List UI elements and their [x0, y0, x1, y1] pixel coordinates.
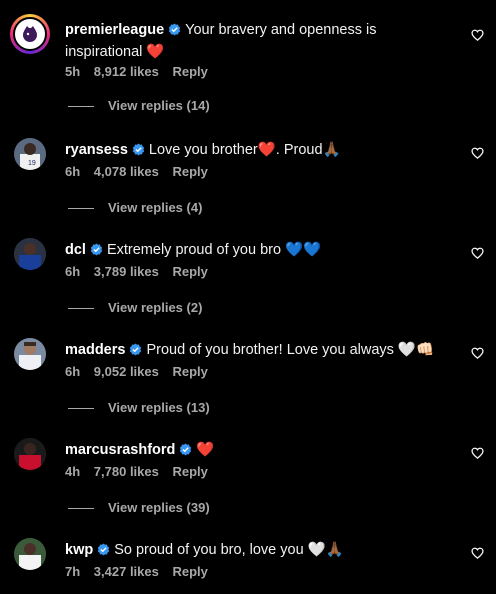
- comment-line: madders Proud of you brother! Love you al…: [65, 340, 456, 362]
- reply-button[interactable]: Reply: [172, 64, 207, 79]
- view-replies-label: View replies (39): [108, 500, 210, 515]
- heart-outline-icon[interactable]: [471, 28, 484, 46]
- comment-meta: 4h 7,780 likes Reply: [65, 464, 218, 479]
- view-replies-label: View replies (4): [108, 200, 203, 215]
- comment-text: ❤️: [196, 442, 215, 458]
- avatar[interactable]: [14, 338, 46, 370]
- verified-badge-icon: [168, 22, 181, 42]
- comment-line: dcl Extremely proud of you bro 💙💙: [65, 240, 456, 262]
- comment-text: So proud of you bro, love you 🤍🙏🏾: [114, 542, 344, 558]
- comment-line: kwp So proud of you bro, love you 🤍🙏🏾: [65, 540, 456, 562]
- reply-button[interactable]: Reply: [172, 464, 207, 479]
- reply-button[interactable]: Reply: [172, 564, 207, 579]
- replies-divider: [68, 106, 94, 108]
- view-replies-button[interactable]: View replies (13): [68, 400, 210, 415]
- view-replies-label: View replies (2): [108, 300, 203, 315]
- heart-outline-icon[interactable]: [471, 246, 484, 264]
- svg-text:19: 19: [28, 160, 36, 167]
- comment-meta: 6h 4,078 likes Reply: [65, 164, 218, 179]
- premier-league-logo: [13, 17, 47, 51]
- avatar[interactable]: [14, 538, 46, 570]
- reply-button[interactable]: Reply: [172, 164, 207, 179]
- replies-divider: [68, 208, 94, 210]
- username[interactable]: madders: [65, 342, 125, 358]
- comment-meta: 5h 8,912 likes Reply: [65, 64, 218, 79]
- verified-badge-icon: [90, 242, 103, 262]
- heart-outline-icon[interactable]: [471, 346, 484, 364]
- avatar[interactable]: [14, 438, 46, 470]
- timestamp: 6h: [65, 364, 81, 379]
- verified-badge-icon: [132, 142, 145, 162]
- timestamp: 7h: [65, 564, 81, 579]
- view-replies-button[interactable]: View replies (39): [68, 500, 210, 515]
- username[interactable]: kwp: [65, 542, 93, 558]
- heart-outline-icon[interactable]: [471, 146, 484, 164]
- timestamp: 5h: [65, 64, 81, 79]
- likes-count[interactable]: 7,780 likes: [94, 464, 159, 479]
- avatar[interactable]: [10, 14, 50, 54]
- reply-button[interactable]: Reply: [172, 364, 207, 379]
- likes-count[interactable]: 3,427 likes: [94, 564, 159, 579]
- heart-outline-icon[interactable]: [471, 446, 484, 464]
- comment-item: kwp So proud of you bro, love you 🤍🙏🏾 7h …: [0, 520, 496, 594]
- timestamp: 6h: [65, 164, 81, 179]
- comment-meta: 6h 3,789 likes Reply: [65, 264, 218, 279]
- verified-badge-icon: [179, 442, 192, 462]
- username[interactable]: marcusrashford: [65, 442, 175, 458]
- likes-count[interactable]: 4,078 likes: [94, 164, 159, 179]
- comment-meta: 7h 3,427 likes Reply: [65, 564, 218, 579]
- likes-count[interactable]: 8,912 likes: [94, 64, 159, 79]
- comment-item: dcl Extremely proud of you bro 💙💙 6h 3,78…: [0, 220, 496, 320]
- verified-badge-icon: [129, 342, 142, 362]
- username[interactable]: premierleague: [65, 22, 164, 38]
- comment-text: Love you brother❤️. Proud🙏🏾: [148, 142, 341, 158]
- comment-line: premierleague Your bravery and openness i…: [65, 20, 456, 62]
- verified-badge-icon: [97, 542, 110, 562]
- view-replies-label: View replies (14): [108, 98, 210, 113]
- heart-outline-icon[interactable]: [471, 546, 484, 564]
- comment-item: premierleague Your bravery and openness i…: [0, 0, 496, 113]
- replies-divider: [68, 308, 94, 310]
- comment-item: marcusrashford ❤️ 4h 7,780 likes Reply Vi…: [0, 420, 496, 520]
- view-replies-button[interactable]: View replies (4): [68, 200, 202, 215]
- username[interactable]: ryansess: [65, 142, 128, 158]
- comment-item: 19 ryansess Love you brother❤️. Proud🙏🏾 6…: [0, 120, 496, 220]
- reply-button[interactable]: Reply: [172, 264, 207, 279]
- view-replies-label: View replies (13): [108, 400, 210, 415]
- comment-item: madders Proud of you brother! Love you al…: [0, 320, 496, 420]
- timestamp: 6h: [65, 264, 81, 279]
- avatar[interactable]: [14, 238, 46, 270]
- replies-divider: [68, 508, 94, 510]
- likes-count[interactable]: 3,789 likes: [94, 264, 159, 279]
- comment-line: ryansess Love you brother❤️. Proud🙏🏾: [65, 140, 456, 162]
- view-replies-button[interactable]: View replies (14): [68, 98, 210, 113]
- likes-count[interactable]: 9,052 likes: [94, 364, 159, 379]
- view-replies-button[interactable]: View replies (2): [68, 300, 202, 315]
- timestamp: 4h: [65, 464, 81, 479]
- comment-text: Extremely proud of you bro 💙💙: [106, 242, 322, 258]
- comment-meta: 6h 9,052 likes Reply: [65, 364, 218, 379]
- replies-divider: [68, 408, 94, 410]
- comment-line: marcusrashford ❤️: [65, 440, 456, 462]
- comment-text: Proud of you brother! Love you always 🤍👊…: [146, 342, 435, 358]
- username[interactable]: dcl: [65, 242, 86, 258]
- avatar[interactable]: 19: [14, 138, 46, 170]
